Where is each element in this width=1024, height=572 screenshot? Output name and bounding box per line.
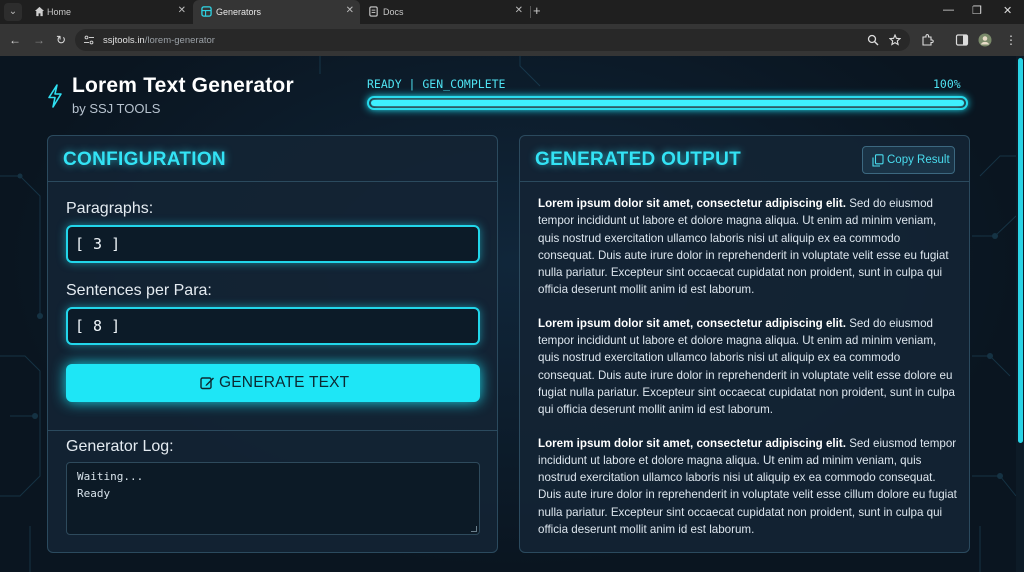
status-percent: 100% (933, 77, 961, 91)
sentences-label: Sentences per Para: (66, 282, 212, 299)
paragraph-body: Sed eiusmod tempor incididunt ut labore … (538, 436, 957, 537)
bookmark-star-icon[interactable] (889, 34, 901, 46)
output-paragraph: Lorem ipsum dolor sit amet, consectetur … (538, 315, 958, 419)
sentences-value: [ 8 ] (75, 317, 121, 335)
configuration-title: CONFIGURATION (63, 149, 226, 170)
generate-text-label: GENERATE TEXT (219, 374, 350, 391)
tab-divider (530, 6, 531, 18)
page-title: Lorem Text Generator (72, 74, 294, 97)
output-panel: GENERATED OUTPUT Copy Result Lorem ipsum… (519, 135, 970, 553)
url-path: /lorem-generator (144, 35, 215, 46)
generate-text-button[interactable]: GENERATE TEXT (66, 364, 480, 402)
new-tab-button[interactable]: + (533, 3, 541, 18)
copy-result-button[interactable]: Copy Result (862, 146, 955, 174)
copy-result-label: Copy Result (887, 154, 950, 166)
divider (48, 430, 497, 431)
copy-icon (872, 154, 884, 167)
minimize-icon[interactable]: — (943, 4, 954, 16)
tab-label: Docs (383, 7, 404, 17)
paragraphs-label: Paragraphs: (66, 200, 154, 217)
home-icon (34, 6, 45, 17)
resize-handle[interactable] (471, 526, 477, 532)
reload-icon[interactable]: ↻ (56, 33, 66, 47)
paragraphs-input[interactable]: [ 3 ] (66, 225, 480, 263)
forward-icon[interactable]: → (33, 33, 45, 47)
configuration-header: CONFIGURATION (48, 136, 497, 182)
scrollbar-thumb[interactable] (1018, 58, 1023, 443)
grid-icon (201, 6, 212, 17)
tab-docs[interactable]: Docs ✕ (361, 0, 529, 24)
status-text: READY | GEN_COMPLETE (367, 77, 506, 91)
close-icon[interactable]: ✕ (346, 5, 354, 16)
configuration-panel: CONFIGURATION Paragraphs: [ 3 ] Sentence… (47, 135, 498, 553)
log-line: Waiting... (77, 470, 144, 483)
menu-kebab-icon[interactable]: ⋮ (1005, 33, 1017, 47)
paragraph-lead: Lorem ipsum dolor sit amet, consectetur … (538, 436, 846, 450)
page: Lorem Text Generator by SSJ TOOLS READY … (0, 56, 1024, 572)
bolt-icon (48, 84, 62, 108)
paragraph-body: Sed do eiusmod tempor incididunt ut labo… (538, 197, 949, 297)
output-title: GENERATED OUTPUT (535, 149, 742, 170)
edit-icon (200, 377, 214, 390)
paragraph-body: Sed do eiusmod tempor incididunt ut labo… (538, 316, 955, 417)
avatar[interactable] (978, 33, 992, 47)
output-header: GENERATED OUTPUT Copy Result (520, 136, 969, 182)
restore-icon[interactable]: ❐ (972, 4, 982, 17)
url-host: ssjtools.in (103, 35, 145, 46)
sentences-input[interactable]: [ 8 ] (66, 307, 480, 345)
browser-tab-strip: ⌄ Home ✕ Generators ✕ Docs ✕ + — ❐ ✕ (0, 0, 1024, 24)
extensions-icon[interactable] (920, 33, 934, 47)
paragraphs-value: [ 3 ] (75, 235, 121, 253)
tab-home[interactable]: Home ✕ (24, 0, 192, 24)
tab-label: Generators (216, 7, 262, 17)
page-subtitle: by SSJ TOOLS (72, 101, 161, 116)
paragraph-lead: Lorem ipsum dolor sit amet, consectetur … (538, 316, 846, 330)
side-panel-icon[interactable] (955, 33, 969, 47)
generator-log-label: Generator Log: (66, 438, 174, 455)
progress-bar (367, 96, 968, 110)
window-close-icon[interactable]: ✕ (1003, 4, 1012, 17)
tab-search-button[interactable]: ⌄ (4, 3, 22, 21)
output-paragraph: Lorem ipsum dolor sit amet, consectetur … (538, 435, 958, 539)
address-bar[interactable]: ssjtools.in/lorem-generator (75, 29, 910, 51)
log-line: Ready (77, 487, 111, 500)
url-text: ssjtools.in/lorem-generator (103, 35, 215, 46)
generator-log-textarea[interactable]: Waiting... Ready (66, 462, 480, 535)
tab-generators[interactable]: Generators ✕ (193, 0, 360, 24)
progress-fill (371, 100, 964, 106)
browser-toolbar: ← → ↻ ssjtools.in/lorem-generator (0, 24, 1024, 56)
generated-output-text: Lorem ipsum dolor sit amet, consectetur … (538, 195, 958, 554)
tab-label: Home (47, 7, 72, 17)
back-icon[interactable]: ← (9, 33, 21, 47)
zoom-icon[interactable] (867, 34, 879, 46)
paragraph-lead: Lorem ipsum dolor sit amet, consectetur … (538, 197, 846, 210)
close-icon[interactable]: ✕ (178, 5, 186, 16)
site-info-icon[interactable] (83, 34, 95, 46)
document-icon (369, 6, 378, 17)
output-paragraph: Lorem ipsum dolor sit amet, consectetur … (538, 195, 958, 299)
close-icon[interactable]: ✕ (515, 5, 523, 16)
